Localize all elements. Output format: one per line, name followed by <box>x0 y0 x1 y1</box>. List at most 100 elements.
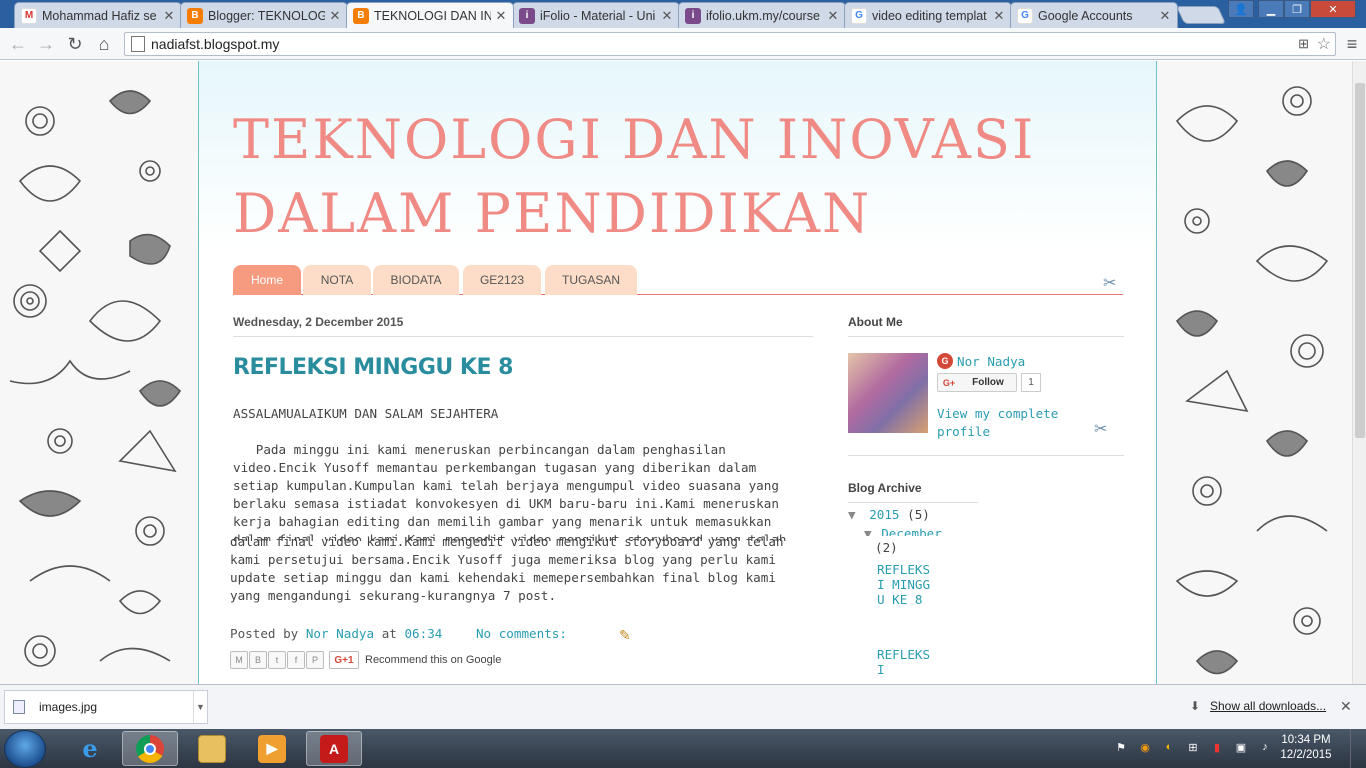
adobe-acrobat-icon: A <box>320 734 348 763</box>
start-button[interactable] <box>4 730 46 768</box>
show-desktop-button[interactable] <box>1350 729 1366 768</box>
nav-tab-home[interactable]: Home <box>233 265 301 295</box>
triangle-down-icon[interactable]: ▼ <box>848 507 856 522</box>
archive-post-link-1[interactable]: REFLEKSI MINGGU KE 8 <box>877 562 933 607</box>
home-icon[interactable]: ⌂ <box>92 32 116 56</box>
back-icon[interactable]: ← <box>6 32 30 56</box>
posted-by-label: Posted by <box>230 626 299 641</box>
taskbar-explorer[interactable] <box>184 731 240 766</box>
blogger-icon: B <box>353 7 369 24</box>
tab-title: Google Accounts <box>1038 8 1133 23</box>
archive-post-link-2[interactable]: REFLEKSI <box>877 647 933 677</box>
author-link[interactable]: Nor Nadya <box>306 626 374 641</box>
email-share-icon[interactable]: M <box>230 651 248 669</box>
internet-explorer-icon: e <box>82 734 98 763</box>
battery-icon[interactable]: ▮ <box>1210 741 1224 755</box>
comments-link[interactable]: No comments: <box>476 626 567 641</box>
close-icon[interactable]: ✕ <box>1340 698 1352 715</box>
menu-icon[interactable]: ≡ <box>1340 32 1364 56</box>
post-title[interactable]: REFLEKSI MINGGU KE 8 <box>233 355 813 380</box>
url-text[interactable]: nadiafst.blogspot.my <box>151 36 279 52</box>
year-count: (5) <box>907 507 930 522</box>
blogthis-share-icon[interactable]: B <box>249 651 267 669</box>
post-greeting: ASSALAMUALAIKUM DAN SALAM SEJAHTERA <box>233 406 499 421</box>
windows-taskbar: e ▶ A ⚑ ◉ ◐ ⊞ ▮ ▣ ♪ 10:34 PM 12/2/2015 <box>0 729 1366 768</box>
download-item[interactable]: images.jpg ▼ <box>4 690 208 724</box>
nav-tab-tugasan[interactable]: TUGASAN <box>545 265 637 295</box>
chevron-down-icon[interactable]: ▼ <box>193 691 207 723</box>
windows-update-icon[interactable]: ⊞ <box>1186 741 1200 755</box>
tab-google-accounts[interactable]: G Google Accounts ✕ <box>1010 2 1178 28</box>
gplus-button[interactable]: G+1 <box>329 651 359 669</box>
profile-name-link[interactable]: Nor Nadya <box>957 354 1025 369</box>
taskbar-chrome[interactable] <box>122 731 178 766</box>
ifolio-icon: i <box>685 7 701 24</box>
tray-app-icon[interactable]: ◐ <box>1162 741 1176 755</box>
edit-wrench-icon[interactable]: ✂ <box>1094 419 1107 439</box>
follow-label: Follow <box>972 377 1004 388</box>
view-profile-link[interactable]: View my complete profile <box>937 405 1077 441</box>
follow-button[interactable]: G+ Follow <box>937 373 1017 392</box>
nav-tab-ge2123[interactable]: GE2123 <box>463 265 541 295</box>
about-me-heading: About Me <box>848 315 1124 337</box>
address-bar[interactable]: nadiafst.blogspot.my ⊞ ☆ <box>124 32 1336 56</box>
forward-icon[interactable]: → <box>34 32 58 56</box>
minimize-button[interactable]: ▁ <box>1258 0 1284 18</box>
nav-tab-biodata[interactable]: BIODATA <box>373 265 459 295</box>
tab-active-blog[interactable]: B TEKNOLOGI DAN INO ✕ <box>346 2 514 28</box>
taskbar-acrobat[interactable]: A <box>306 731 362 766</box>
close-icon[interactable]: ✕ <box>329 8 341 24</box>
taskbar-media[interactable]: ▶ <box>244 731 300 766</box>
close-icon[interactable]: ✕ <box>827 8 839 24</box>
blog-nav: Home NOTA BIODATA GE2123 TUGASAN <box>233 265 1123 295</box>
system-clock[interactable]: 10:34 PM 12/2/2015 <box>1276 733 1336 763</box>
taskbar-ie[interactable]: e <box>62 731 118 766</box>
tab-ifolio-course[interactable]: i ifolio.ukm.my/course ✕ <box>678 2 846 28</box>
flag-icon[interactable]: ⚑ <box>1114 741 1128 755</box>
page-viewport: TEKNOLOGI DAN INOVASI DALAM PENDIDIKAN H… <box>0 61 1352 684</box>
network-icon[interactable]: ▣ <box>1234 741 1248 755</box>
bookmark-star-icon[interactable]: ☆ <box>1317 34 1331 54</box>
google-icon: G <box>1017 7 1033 24</box>
close-icon[interactable]: ✕ <box>495 8 507 24</box>
window-close-button[interactable]: ✕ <box>1310 0 1356 18</box>
vertical-scrollbar[interactable] <box>1352 61 1366 684</box>
tab-google-search[interactable]: G video editing templat ✕ <box>844 2 1012 28</box>
facebook-share-icon[interactable]: f <box>287 651 305 669</box>
edit-pencil-icon[interactable]: ✎ <box>619 627 631 644</box>
reload-icon[interactable]: ↻ <box>63 32 87 56</box>
year-link[interactable]: 2015 <box>869 507 899 522</box>
avast-icon[interactable]: ◉ <box>1138 741 1152 755</box>
post-time-link[interactable]: 06:34 <box>404 626 442 641</box>
new-tab-button[interactable] <box>1175 6 1227 24</box>
triangle-down-icon[interactable]: ▼ <box>864 526 872 536</box>
tab-title: Blogger: TEKNOLOGI <box>208 8 325 23</box>
tab-blogger[interactable]: B Blogger: TEKNOLOGI ✕ <box>180 2 348 28</box>
tab-title: Mohammad Hafiz se <box>42 8 157 23</box>
pinterest-share-icon[interactable]: P <box>306 651 324 669</box>
month-count: (2) <box>875 540 898 555</box>
page-icon <box>131 36 145 52</box>
show-all-downloads-link[interactable]: Show all downloads... <box>1210 699 1326 713</box>
close-icon[interactable]: ✕ <box>993 8 1005 24</box>
close-icon[interactable]: ✕ <box>1159 8 1171 24</box>
blog-title[interactable]: TEKNOLOGI DAN INOVASI DALAM PENDIDIKAN <box>233 103 1053 251</box>
close-icon[interactable]: ✕ <box>163 8 175 24</box>
chrome-icon <box>136 734 164 763</box>
tab-ifolio-material[interactable]: i iFolio - Material - Uni ✕ <box>512 2 680 28</box>
maximize-button[interactable]: ❐ <box>1284 0 1310 18</box>
download-filename[interactable]: images.jpg <box>39 700 193 714</box>
edit-wrench-icon[interactable]: ✂ <box>1103 273 1123 293</box>
user-icon[interactable]: 👤 <box>1228 0 1254 18</box>
translate-icon[interactable]: ⊞ <box>1298 36 1309 52</box>
google-plus-icon: G+ <box>942 377 956 388</box>
profile-photo[interactable] <box>848 353 928 433</box>
nav-tab-nota[interactable]: NOTA <box>303 265 371 295</box>
clock-time: 10:34 PM <box>1281 734 1331 746</box>
twitter-share-icon[interactable]: t <box>268 651 286 669</box>
tab-gmail[interactable]: M Mohammad Hafiz se ✕ <box>14 2 182 28</box>
close-icon[interactable]: ✕ <box>661 8 673 24</box>
month-link[interactable]: December <box>881 526 942 536</box>
scrollbar-thumb[interactable] <box>1355 83 1365 438</box>
volume-icon[interactable]: ♪ <box>1258 741 1272 755</box>
